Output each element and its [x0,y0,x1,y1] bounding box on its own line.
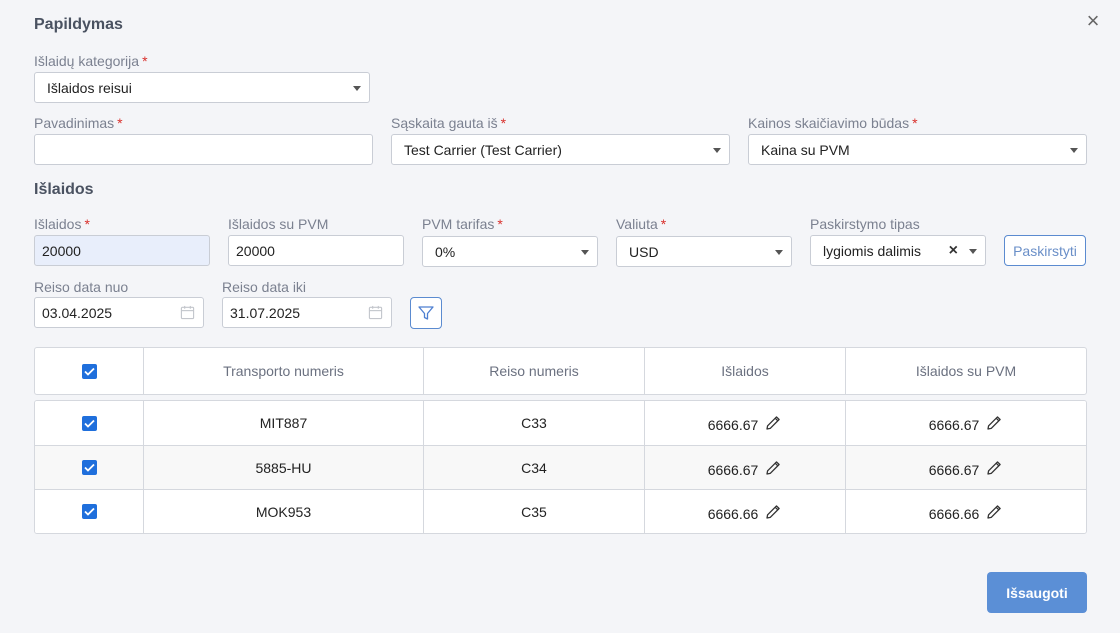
save-button[interactable]: Išsaugoti [987,572,1087,613]
row-checkbox[interactable] [81,415,97,431]
cost-vat-value: 6666.66 [928,505,980,522]
checkbox-checked-icon [83,419,95,428]
checkbox-checked-icon [83,507,95,516]
currency-value: USD [629,243,659,260]
transport-number: MOK953 [143,490,423,533]
vat-rate-select[interactable]: 0% [422,236,598,267]
pencil-icon[interactable] [985,503,1003,521]
row-checkbox[interactable] [81,504,97,519]
category-select[interactable]: Išlaidos reisui [34,72,370,103]
select-all-checkbox[interactable] [81,363,97,379]
table-header: Transporto numeris Reiso numeris Išlaido… [34,347,1087,395]
amount-label: Išlaidos * [34,216,90,232]
pencil-icon[interactable] [764,459,782,477]
header-transport: Transporto numeris [143,348,423,394]
cost-value: 6666.67 [707,417,759,433]
vat-rate-label: PVM tarifas * [422,216,503,232]
invoice-from-label: Sąskaita gauta iš * [391,115,507,131]
table-row: MOK953 C35 6666.66 6666.66 [35,489,1086,533]
row-checkbox[interactable] [81,460,97,475]
clear-icon[interactable]: × [949,241,958,261]
transport-number: MIT887 [143,401,423,445]
distribution-type-select[interactable]: lygiomis dalimis × [810,235,986,266]
amount-input[interactable]: 20000 [34,235,210,266]
date-to-label: Reiso data iki [222,279,307,295]
filter-button[interactable] [410,297,442,329]
cost-value: 6666.66 [707,505,759,522]
table-body: MIT887 C33 6666.67 6666.67 5885-HU C34 6666.67… [34,400,1087,534]
pencil-icon[interactable] [764,503,782,521]
cost-vat-value: 6666.67 [928,461,980,478]
transport-number: 5885-HU [143,446,423,489]
pencil-icon[interactable] [764,414,782,432]
vat-rate-value: 0% [435,243,456,260]
trip-number: C35 [423,490,644,533]
currency-label: Valiuta * [616,216,667,232]
name-label: Pavadinimas * [34,115,123,131]
currency-select[interactable]: USD [616,236,792,267]
header-cost: Išlaidos [644,348,845,394]
chevron-down-icon [353,85,361,91]
chevron-down-icon [713,147,721,153]
trip-number: C33 [423,401,644,445]
close-icon[interactable]: × [1084,10,1102,32]
pencil-icon[interactable] [985,414,1003,432]
table-row: 5885-HU C34 6666.67 6666.67 [35,445,1086,489]
cost-vat-value: 6666.67 [928,417,980,433]
amount-vat-label: Išlaidos su PVM [228,216,329,232]
dialog-title: Papildymas [34,16,123,33]
category-label: Išlaidų kategorija * [34,53,148,69]
invoice-from-select[interactable]: Test Carrier (Test Carrier) [391,134,730,165]
category-value: Išlaidos reisui [47,79,132,96]
chevron-down-icon [581,249,589,255]
table-row: MIT887 C33 6666.67 6666.67 [35,401,1086,445]
checkbox-checked-icon [83,367,95,376]
distribution-type-label: Paskirstymo tipas [810,216,920,232]
distribution-type-value: lygiomis dalimis [823,242,922,259]
pencil-icon[interactable] [985,459,1003,477]
name-input[interactable] [34,134,373,165]
price-method-value: Kaina su PVM [761,141,850,158]
date-to-input[interactable]: 31.07.2025 [222,297,392,328]
amount-vat-input[interactable]: 20000 [228,235,404,266]
distribute-button[interactable]: Paskirstyti [1004,235,1086,266]
invoice-from-value: Test Carrier (Test Carrier) [404,141,562,158]
header-cost-vat: Išlaidos su PVM [845,348,1086,394]
checkbox-checked-icon [83,463,95,472]
section-title: Išlaidos [34,181,94,198]
header-trip: Reiso numeris [423,348,644,394]
chevron-down-icon [775,249,783,255]
cost-value: 6666.67 [707,461,759,478]
calendar-icon[interactable] [368,305,383,320]
chevron-down-icon [1070,147,1078,153]
price-method-label: Kainos skaičiavimo būdas * [748,115,918,131]
trip-number: C34 [423,446,644,489]
price-method-select[interactable]: Kaina su PVM [748,134,1087,165]
date-from-input[interactable]: 03.04.2025 [34,297,204,328]
chevron-down-icon [969,248,977,254]
date-from-label: Reiso data nuo [34,279,129,295]
calendar-icon[interactable] [180,305,195,320]
allocation-table: Transporto numeris Reiso numeris Išlaido… [34,347,1087,534]
filter-icon [418,306,434,320]
